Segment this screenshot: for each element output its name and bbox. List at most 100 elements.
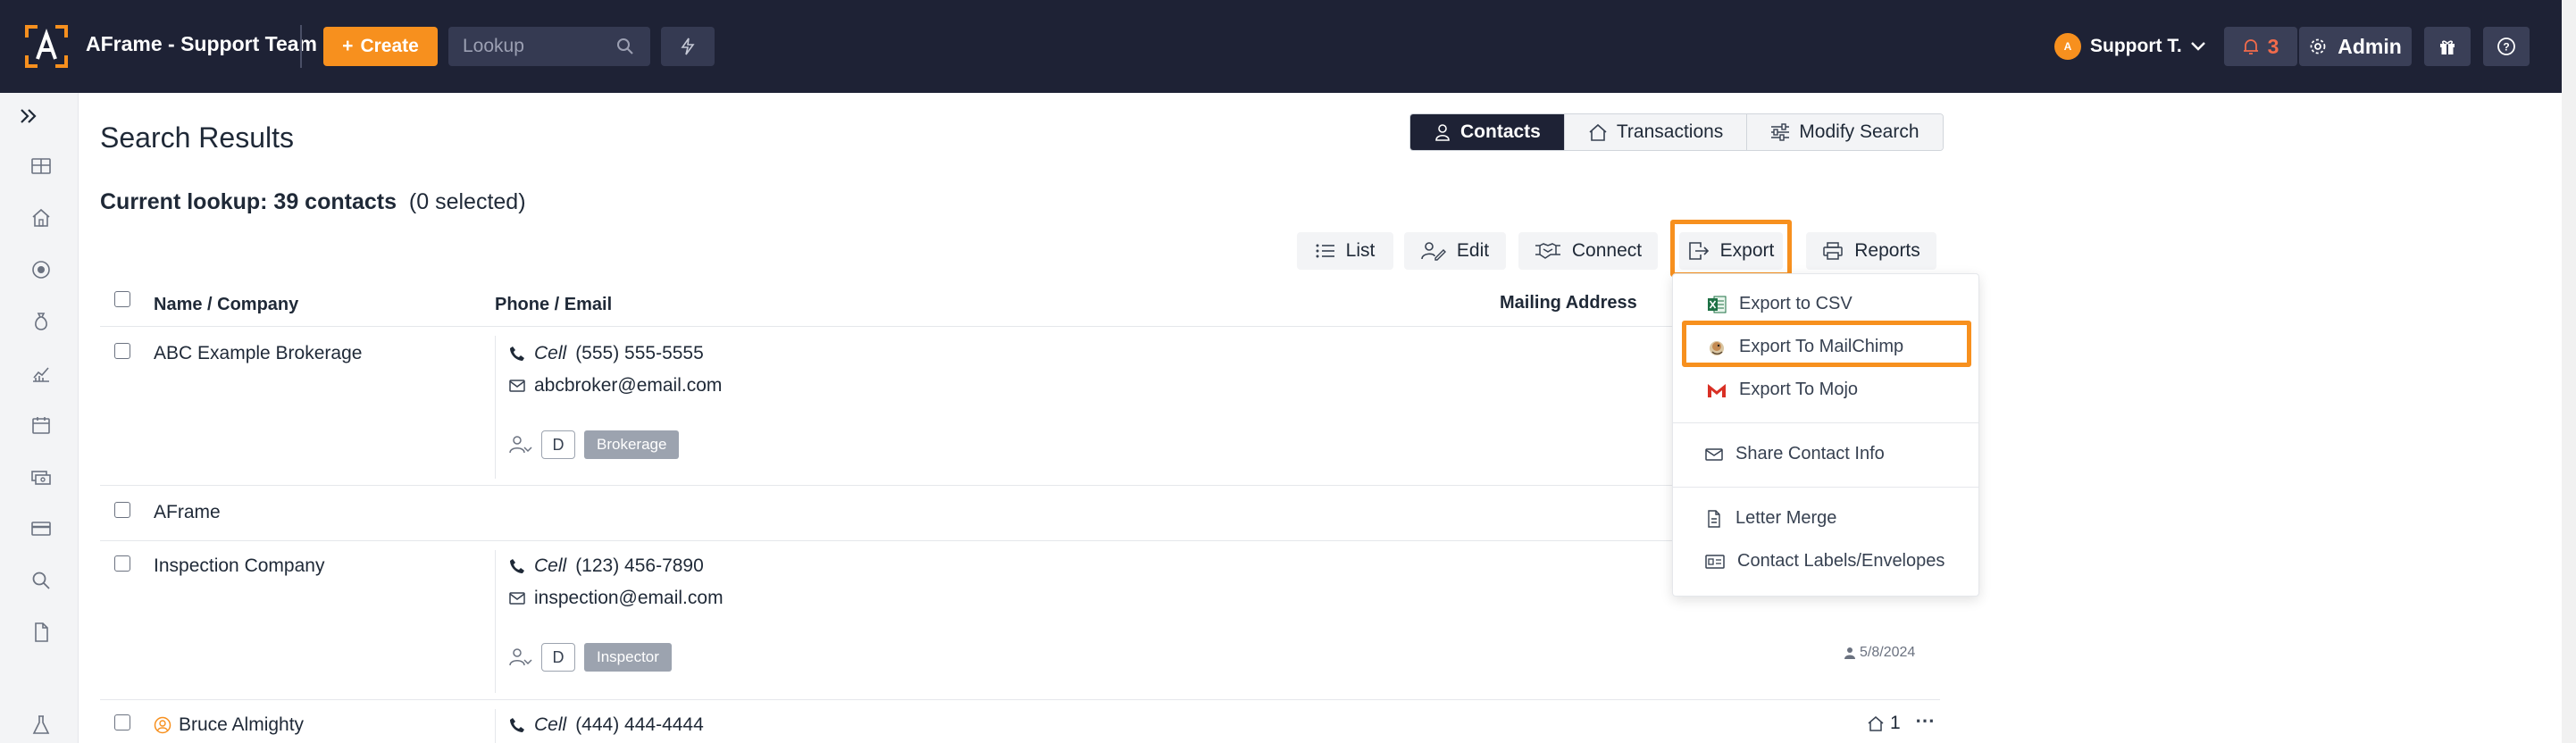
reports-label: Reports <box>1854 240 1920 261</box>
home-icon[interactable] <box>30 207 52 229</box>
printer-icon <box>1823 242 1843 260</box>
email-line[interactable]: abcbroker@email.com <box>509 375 722 397</box>
email-line[interactable]: inspection@email.com <box>509 588 723 609</box>
phone-line[interactable]: Cell (555) 555-5555 <box>509 343 704 364</box>
assign-user-icon[interactable] <box>509 647 532 667</box>
target-icon[interactable] <box>30 259 52 280</box>
chevron-down-icon <box>2190 42 2205 51</box>
tab-label: Transactions <box>1616 121 1724 142</box>
contact-labels-item[interactable]: Contact Labels/Envelopes <box>1705 551 1945 572</box>
dashboard-icon[interactable] <box>30 155 52 177</box>
date-text: 5/8/2024 <box>1860 645 1916 660</box>
more-options-icon[interactable]: ⋯ <box>1915 709 1935 732</box>
id-card-icon <box>1705 554 1725 569</box>
divider <box>495 336 496 479</box>
divider <box>300 25 302 68</box>
row-checkbox[interactable] <box>114 343 130 359</box>
letter-merge-item[interactable]: Letter Merge <box>1705 508 1836 529</box>
contact-name[interactable]: AFrame <box>154 502 221 523</box>
designation-badge[interactable]: D <box>541 643 575 672</box>
email-address: inspection@email.com <box>534 588 723 608</box>
search-icon[interactable] <box>616 38 634 55</box>
property-count[interactable]: 1 <box>1867 713 1901 734</box>
phone-type: Cell <box>534 714 567 735</box>
tab-label: Modify Search <box>1799 121 1919 142</box>
table-row[interactable]: ABC Example Brokerage Cell (555) 555-555… <box>100 327 1940 486</box>
designation-badge[interactable]: D <box>541 430 575 459</box>
phone-icon <box>510 718 524 732</box>
envelope-icon <box>1705 447 1723 461</box>
create-button[interactable]: + Create <box>323 27 438 66</box>
table-row[interactable]: AFrame <box>100 486 1940 541</box>
selected-count: (0 selected) <box>408 189 526 214</box>
contact-name: Bruce Almighty <box>179 714 305 735</box>
reports-button[interactable]: Reports <box>1806 232 1936 270</box>
contact-name[interactable]: Inspection Company <box>154 555 324 577</box>
column-name-company[interactable]: Name / Company <box>154 295 298 315</box>
phone-line[interactable]: Cell (123) 456-7890 <box>509 555 704 577</box>
calendar-icon[interactable] <box>30 414 52 436</box>
chart-icon[interactable] <box>30 363 52 384</box>
admin-button[interactable]: Admin <box>2299 27 2412 66</box>
phone-number: (123) 456-7890 <box>575 555 704 576</box>
credit-card-icon[interactable] <box>30 518 52 539</box>
contact-count: Current lookup: 39 contacts <box>100 189 397 214</box>
table-row[interactable]: Bruce Almighty Cell (444) 444-4444 1 ⋯ <box>100 700 1940 743</box>
phone-line[interactable]: Cell (444) 444-4444 <box>509 714 704 736</box>
excel-icon <box>1708 296 1727 313</box>
connect-button[interactable]: Connect <box>1518 232 1658 270</box>
quick-action-button[interactable] <box>661 27 715 66</box>
flask-icon[interactable] <box>30 714 52 736</box>
tab-contacts[interactable]: Contacts <box>1410 114 1565 150</box>
table-row[interactable]: Inspection Company Cell (123) 456-7890 i… <box>100 541 1940 700</box>
table-header: Name / Company Phone / Email Mailing Add… <box>100 288 1940 327</box>
assign-user-icon[interactable] <box>509 435 532 455</box>
phone-type: Cell <box>534 555 567 576</box>
view-tabs: Contacts Transactions Modify Search <box>1409 113 1944 151</box>
tab-transactions[interactable]: Transactions <box>1564 114 1748 150</box>
export-mojo-item[interactable]: Export To Mojo <box>1707 380 1858 400</box>
item-label: Letter Merge <box>1735 508 1837 528</box>
phone-type: Cell <box>534 343 567 363</box>
edit-button[interactable]: Edit <box>1404 232 1506 270</box>
lookup-input[interactable] <box>463 27 606 66</box>
help-button[interactable]: ? <box>2483 27 2530 66</box>
share-contact-item[interactable]: Share Contact Info <box>1705 444 1885 464</box>
avatar: A <box>2054 33 2081 60</box>
last-modified-date: 5/8/2024 <box>1844 645 1915 661</box>
top-bar: AFrame - Support Team + Create A Support… <box>0 0 2562 93</box>
column-phone-email[interactable]: Phone / Email <box>495 295 612 315</box>
tag-row: D Brokerage <box>509 430 680 459</box>
user-name: Support T. <box>2090 36 2182 56</box>
scrollbar[interactable] <box>2562 0 2576 743</box>
gift-button[interactable] <box>2424 27 2471 66</box>
divider <box>495 709 496 743</box>
category-tag: Inspector <box>584 643 672 672</box>
contact-name-line[interactable]: Bruce Almighty <box>154 714 304 736</box>
column-mailing-address[interactable]: Mailing Address <box>1500 293 1637 313</box>
list-button[interactable]: List <box>1297 232 1393 270</box>
user-menu[interactable]: A Support T. <box>2054 27 2205 66</box>
expand-sidebar-icon[interactable] <box>18 105 39 127</box>
admin-label: Admin <box>2338 34 2402 58</box>
select-all-checkbox[interactable] <box>114 291 130 307</box>
list-label: List <box>1345 240 1376 261</box>
export-highlight <box>1670 220 1792 277</box>
category-tag: Brokerage <box>584 430 680 459</box>
item-label: Export to CSV <box>1739 294 1853 313</box>
lookup-summary: Current lookup: 39 contacts (0 selected) <box>100 189 526 215</box>
notifications-button[interactable]: 3 <box>2224 27 2297 66</box>
tab-modify-search[interactable]: Modify Search <box>1747 114 1943 150</box>
row-checkbox[interactable] <box>114 502 130 518</box>
money-bag-icon[interactable] <box>30 311 52 332</box>
aframe-logo-icon[interactable] <box>25 25 68 68</box>
edit-user-icon <box>1421 242 1446 261</box>
document-icon[interactable] <box>30 622 52 643</box>
search-icon[interactable] <box>30 570 52 591</box>
row-checkbox[interactable] <box>114 555 130 572</box>
export-csv-item[interactable]: Export to CSV <box>1707 294 1853 314</box>
contact-name[interactable]: ABC Example Brokerage <box>154 343 362 364</box>
cash-icon[interactable] <box>30 466 52 488</box>
email-address: abcbroker@email.com <box>534 375 723 396</box>
row-checkbox[interactable] <box>114 714 130 730</box>
